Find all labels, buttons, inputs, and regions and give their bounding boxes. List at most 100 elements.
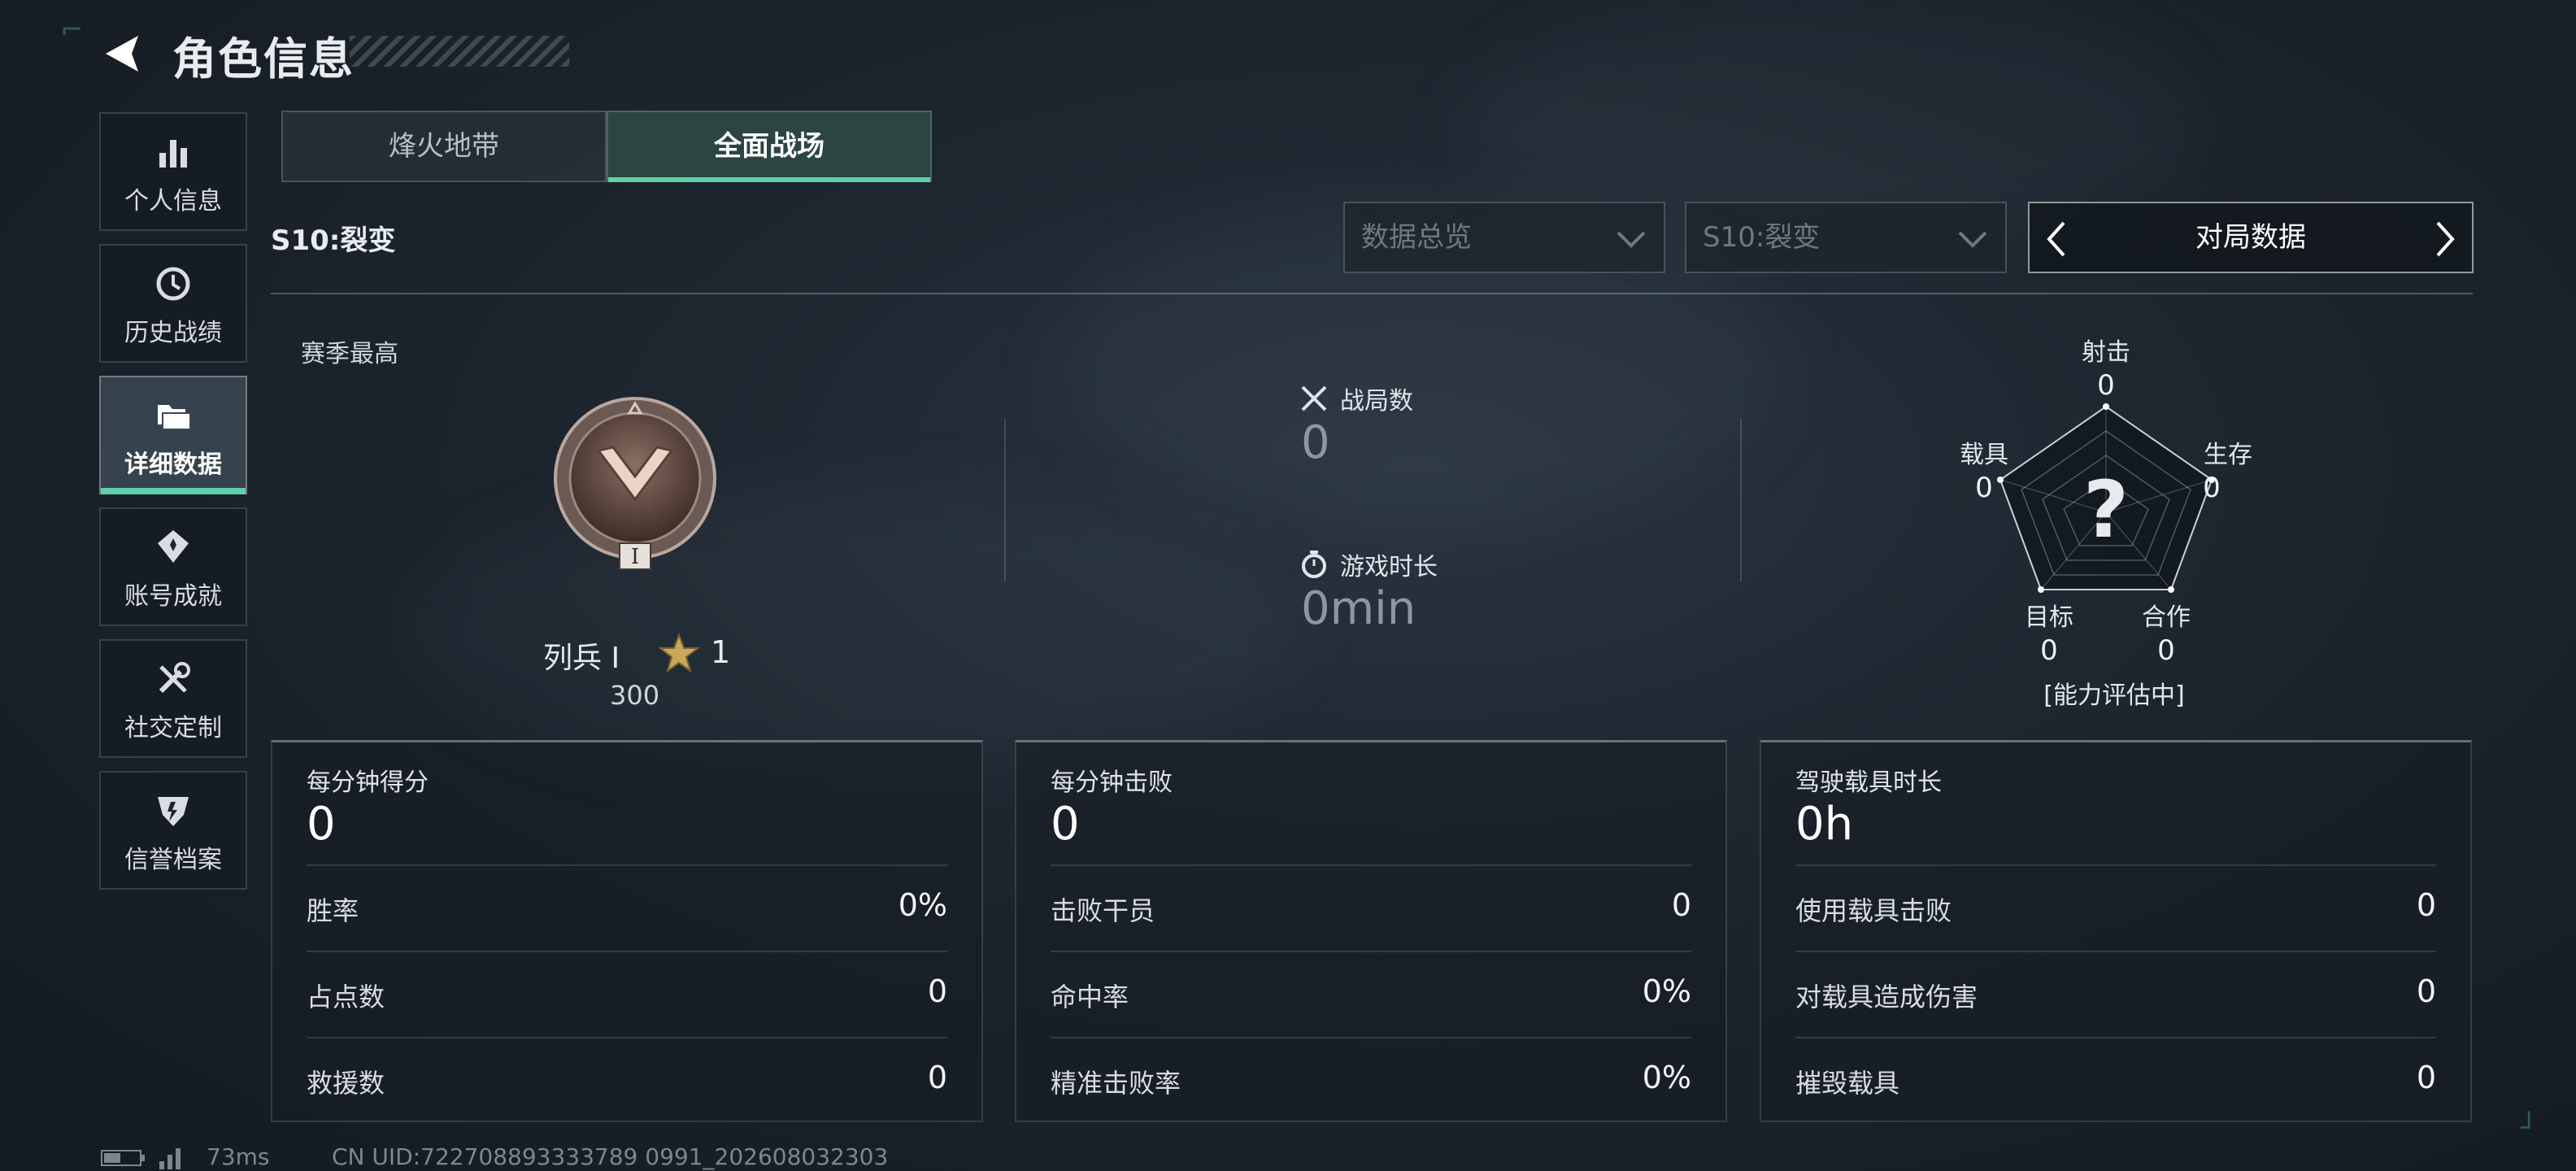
credit-shield-icon (158, 797, 189, 826)
sidebar-item-credit[interactable]: 信誉档案 (99, 771, 247, 890)
sidebar-item-social[interactable]: 社交定制 (99, 639, 247, 758)
stat-value: 0 (2416, 887, 2436, 923)
vehicle-stats-card: 驾驶载具时长 0h 使用载具击败 0 对载具造成伤害 0 摧毁载具 0 (1760, 740, 2472, 1122)
stat-row: 救援数 0 (307, 1037, 947, 1125)
season-best-label: 赛季最高 (301, 340, 398, 368)
page-title: 角色信息 (172, 33, 355, 85)
stat-label: 胜率 (307, 895, 359, 926)
season-title: S10:裂变 (271, 224, 396, 257)
tab-full-battlefield[interactable]: 全面战场 (607, 111, 932, 182)
stat-label: 救援数 (307, 1068, 385, 1099)
stat-value: 0 (927, 1060, 947, 1095)
sidebar-item-profile[interactable]: 个人信息 (99, 112, 247, 231)
rank-score: 300 (610, 680, 660, 711)
sidebar-item-label: 信誉档案 (124, 846, 222, 874)
rank-badge-icon: I (554, 397, 716, 570)
radar-axis-label: 生存 (2204, 441, 2252, 469)
stat-value: 0 (1671, 887, 1691, 923)
stopwatch-icon (1302, 551, 1326, 578)
overview-dropdown[interactable]: 数据总览 (1343, 202, 1665, 273)
divider (1004, 419, 1006, 581)
sidebar-item-label: 个人信息 (124, 187, 222, 215)
stat-row: 精准击败率 0% (1051, 1037, 1691, 1125)
radar-axis-value: 0 (2157, 634, 2175, 667)
sidebar-item-history[interactable]: 历史战绩 (99, 244, 247, 363)
radar-axis-label: 载具 (1960, 441, 2008, 469)
stat-value: 0% (1642, 973, 1691, 1009)
tools-icon (159, 662, 190, 694)
stat-row: 命中率 0% (1051, 951, 1691, 1038)
matches-value: 0 (1301, 416, 1330, 469)
sidebar-item-label: 社交定制 (124, 714, 222, 742)
rank-star-count: 1 (711, 634, 731, 670)
rank-badge-numeral: I (631, 545, 639, 569)
stat-label: 摧毁载具 (1795, 1068, 1900, 1099)
radar-axis-value: 0 (1975, 472, 1993, 504)
stat-value: 0 (2416, 973, 2436, 1009)
stat-label: 击败干员 (1051, 895, 1155, 926)
title-decoration (350, 36, 569, 67)
history-clock-icon (156, 267, 190, 301)
stat-row: 胜率 0% (307, 864, 947, 952)
crossed-swords-icon (1301, 385, 1327, 411)
card-value: 0 (1051, 798, 1080, 851)
pager-label: 对局数据 (2195, 221, 2306, 254)
stat-row: 使用载具击败 0 (1795, 864, 2436, 952)
season-dropdown-value: S10:裂变 (1703, 221, 1821, 254)
folder-icon (158, 405, 191, 430)
stat-label: 占点数 (307, 982, 385, 1012)
match-data-pager: 对局数据 (2028, 202, 2474, 273)
stat-label: 对载具造成伤害 (1795, 982, 1978, 1012)
frame-corner: ┘ (2521, 1112, 2538, 1144)
stat-label: 命中率 (1051, 982, 1129, 1012)
ping-text: 73ms (207, 1143, 270, 1170)
stat-value: 0 (927, 973, 947, 1009)
sidebar-item-achievements[interactable]: 账号成就 (99, 507, 247, 626)
chevron-right-icon[interactable] (2433, 220, 2457, 259)
radar-axis-value: 0 (2097, 369, 2115, 402)
frame-corner: ⌐ (60, 14, 84, 46)
stat-row: 对载具造成伤害 0 (1795, 951, 2436, 1038)
radar-axis-label: 目标 (2025, 603, 2073, 632)
star-icon (659, 633, 699, 673)
season-dropdown[interactable]: S10:裂变 (1685, 202, 2007, 273)
score-stats-card: 每分钟得分 0 胜率 0% 占点数 0 救援数 0 (271, 740, 983, 1122)
card-title: 驾驶载具时长 (1795, 768, 1942, 797)
stat-value: 0% (1642, 1060, 1691, 1095)
achievement-icon (158, 530, 189, 563)
kill-stats-card: 每分钟击败 0 击败干员 0 命中率 0% 精准击败率 0% (1015, 740, 1727, 1122)
sidebar-item-label: 详细数据 (124, 451, 222, 479)
chevron-down-icon (1958, 231, 1987, 248)
stat-label: 使用载具击败 (1795, 895, 1952, 926)
sidebar-item-label: 账号成就 (124, 582, 222, 611)
radar-status: [能力评估中] (2043, 681, 2185, 710)
radar-axis-label: 合作 (2142, 603, 2191, 632)
tab-beacon-zone[interactable]: 烽火地带 (281, 111, 607, 182)
card-value: 0 (307, 798, 336, 851)
rank-name: 列兵 Ⅰ (543, 642, 620, 675)
radar-axis-label: 射击 (2082, 338, 2130, 367)
stat-row: 击败干员 0 (1051, 864, 1691, 952)
radar-axis-value: 0 (2040, 634, 2058, 667)
bar-chart-icon (159, 140, 187, 168)
radar-center-mark: ? (2083, 464, 2129, 555)
stat-row: 摧毁载具 0 (1795, 1037, 2436, 1125)
divider (1740, 419, 1742, 581)
sidebar-item-detailed-data[interactable]: 详细数据 (99, 376, 247, 494)
stat-value: 0% (898, 887, 947, 923)
divider (271, 293, 2473, 294)
playtime-value: 0min (1301, 582, 1416, 635)
card-title: 每分钟击败 (1051, 768, 1173, 797)
stat-row: 占点数 0 (307, 951, 947, 1038)
battery-icon (101, 1150, 145, 1166)
uid-text: CN UID:722708893333789 0991_202608032303 (332, 1143, 889, 1170)
card-value: 0h (1795, 798, 1854, 851)
playtime-label: 游戏时长 (1340, 553, 1438, 581)
back-arrow-icon[interactable] (98, 29, 146, 78)
signal-icon (159, 1148, 181, 1169)
card-title: 每分钟得分 (307, 768, 429, 797)
stat-value: 0 (2416, 1060, 2436, 1095)
overview-dropdown-value: 数据总览 (1361, 221, 1472, 254)
stat-label: 精准击败率 (1051, 1068, 1181, 1099)
matches-label: 战局数 (1340, 387, 1413, 416)
